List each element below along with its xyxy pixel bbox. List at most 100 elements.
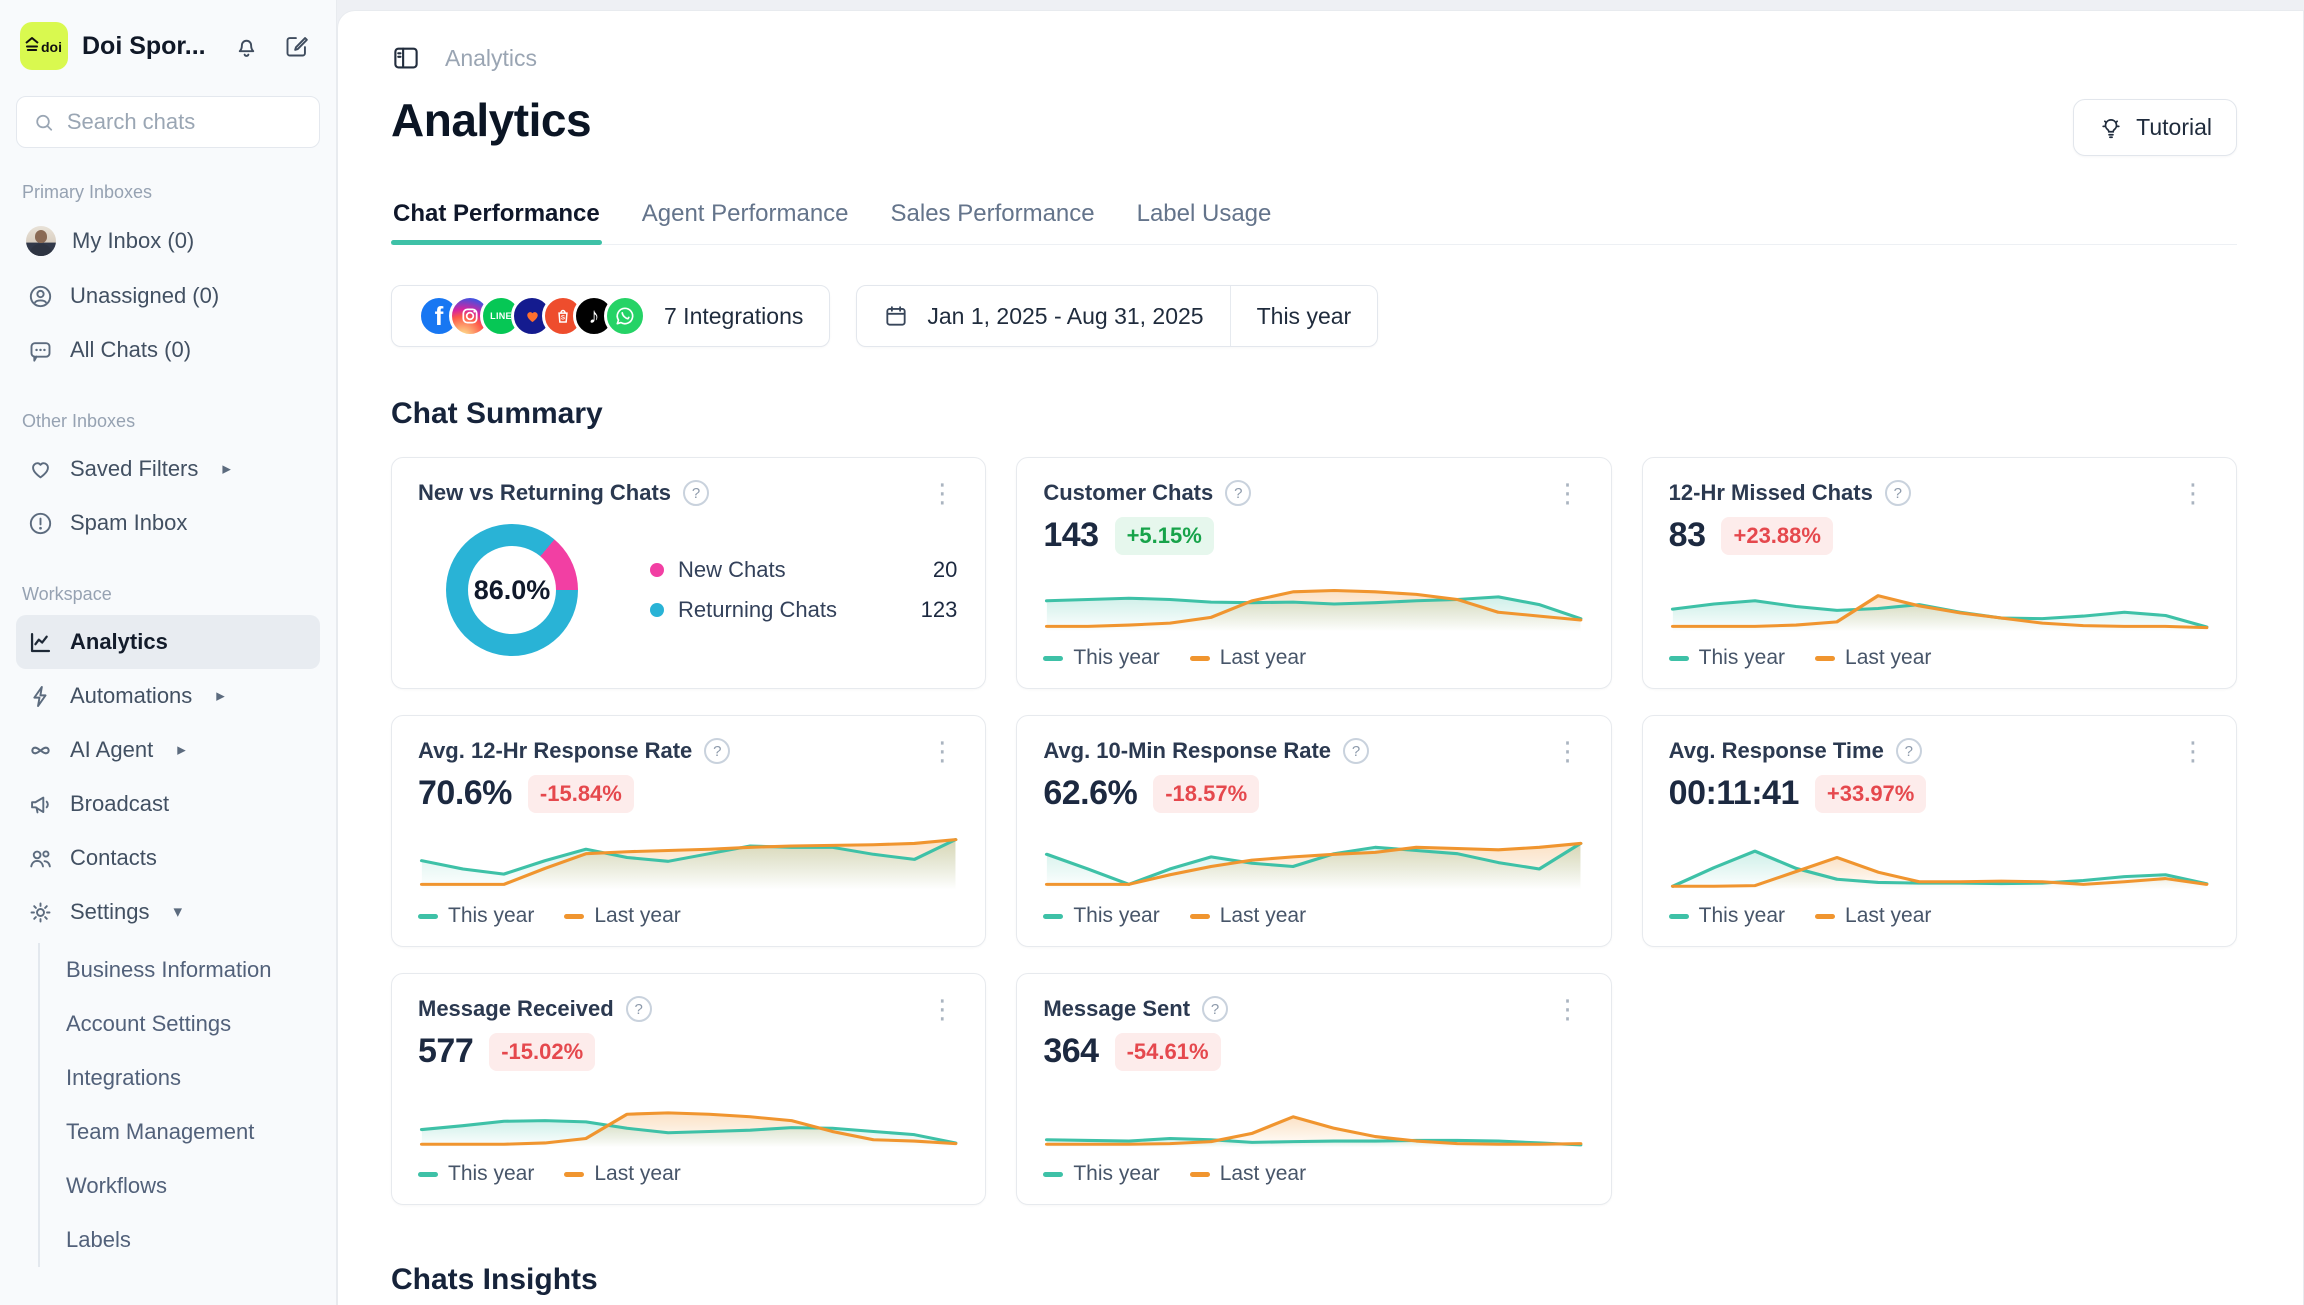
sidebar-item-saved-filters[interactable]: Saved Filters ▸ xyxy=(16,442,320,496)
submenu-item-labels[interactable]: Labels xyxy=(62,1213,320,1267)
help-icon[interactable]: ? xyxy=(1885,480,1911,506)
help-icon[interactable]: ? xyxy=(1225,480,1251,506)
compose-button[interactable] xyxy=(278,28,314,64)
kebab-menu-icon[interactable]: ⋮ xyxy=(2176,484,2210,502)
sidebar-item-settings[interactable]: Settings ▾ xyxy=(16,885,320,939)
sidebar-item-label: Broadcast xyxy=(70,791,169,817)
legend-returning-chats[interactable]: Returning Chats 123 xyxy=(650,597,957,623)
help-icon[interactable]: ? xyxy=(1896,738,1922,764)
legend-this-year[interactable]: This year xyxy=(1669,646,1785,670)
submenu-item-integrations[interactable]: Integrations xyxy=(62,1051,320,1105)
legend-label: This year xyxy=(1699,904,1785,928)
sidebar-item-analytics[interactable]: Analytics xyxy=(16,615,320,669)
tabs-bar: Chat Performance Agent Performance Sales… xyxy=(391,190,2237,245)
legend-label: Returning Chats xyxy=(678,597,837,623)
sidebar: doi Doi Spor... Pri xyxy=(0,0,337,1305)
legend-label: This year xyxy=(1699,646,1785,670)
card-title: Customer Chats xyxy=(1043,480,1213,506)
help-icon[interactable]: ? xyxy=(626,996,652,1022)
stat-value: 70.6% xyxy=(418,774,512,813)
integration-chips: f LINE xyxy=(418,295,646,337)
chart-legend: This year Last year xyxy=(1043,1162,1584,1186)
submenu-item-account-settings[interactable]: Account Settings xyxy=(62,997,320,1051)
donut-legend: New Chats 20 Returning Chats 123 xyxy=(598,557,957,623)
doi-logo-icon: doi xyxy=(24,34,64,58)
legend-this-year[interactable]: This year xyxy=(1043,646,1159,670)
kebab-menu-icon[interactable]: ⋮ xyxy=(2176,742,2210,760)
legend-last-year[interactable]: Last year xyxy=(1815,646,1931,670)
legend-this-year[interactable]: This year xyxy=(418,904,534,928)
notifications-button[interactable] xyxy=(228,28,264,64)
chat-summary-grid: New vs Returning Chats ? ⋮ 86.0% New Cha… xyxy=(391,457,2237,1205)
tab-label-usage[interactable]: Label Usage xyxy=(1135,190,1274,244)
sidebar-item-automations[interactable]: Automations ▸ xyxy=(16,669,320,723)
integrations-filter[interactable]: f LINE xyxy=(391,285,830,347)
help-icon[interactable]: ? xyxy=(1343,738,1369,764)
submenu-item-workflows[interactable]: Workflows xyxy=(62,1159,320,1213)
sidebar-item-unassigned[interactable]: Unassigned (0) xyxy=(16,269,320,323)
legend-last-year[interactable]: Last year xyxy=(1815,904,1931,928)
tab-chat-performance[interactable]: Chat Performance xyxy=(391,190,602,244)
submenu-item-team-management[interactable]: Team Management xyxy=(62,1105,320,1159)
chevron-right-icon: ▸ xyxy=(216,686,225,706)
kebab-menu-icon[interactable]: ⋮ xyxy=(1551,1000,1585,1018)
tab-sales-performance[interactable]: Sales Performance xyxy=(889,190,1097,244)
svg-text:S: S xyxy=(561,315,565,322)
sidebar-item-contacts[interactable]: Contacts xyxy=(16,831,320,885)
whatsapp-icon xyxy=(604,295,646,337)
date-range-button[interactable]: Jan 1, 2025 - Aug 31, 2025 xyxy=(857,303,1229,330)
response-rate-10min-line-chart xyxy=(1043,821,1584,894)
legend-this-year[interactable]: This year xyxy=(1043,1162,1159,1186)
legend-dash-orange xyxy=(1190,656,1210,661)
sidebar-item-my-inbox[interactable]: My Inbox (0) xyxy=(16,213,320,269)
collapse-sidebar-button[interactable] xyxy=(391,43,421,73)
help-icon[interactable]: ? xyxy=(683,480,709,506)
stat-value: 577 xyxy=(418,1032,473,1071)
sidebar-item-label: My Inbox (0) xyxy=(72,228,194,254)
tutorial-button[interactable]: Tutorial xyxy=(2073,99,2237,156)
legend-last-year[interactable]: Last year xyxy=(1190,646,1306,670)
infinity-icon xyxy=(26,736,54,764)
kebab-menu-icon[interactable]: ⋮ xyxy=(925,484,959,502)
calendar-icon xyxy=(883,303,909,329)
sidebar-item-spam-inbox[interactable]: Spam Inbox xyxy=(16,496,320,550)
kebab-menu-icon[interactable]: ⋮ xyxy=(925,742,959,760)
help-icon[interactable]: ? xyxy=(1202,996,1228,1022)
legend-label: This year xyxy=(1073,1162,1159,1186)
search-chats-input[interactable] xyxy=(67,109,303,135)
sidebar-item-all-chats[interactable]: All Chats (0) xyxy=(16,323,320,377)
sidebar-item-label: Automations xyxy=(70,683,192,709)
people-icon xyxy=(26,844,54,872)
legend-last-year[interactable]: Last year xyxy=(564,904,680,928)
legend-dash-teal xyxy=(1043,1172,1063,1177)
workspace-logo[interactable]: doi xyxy=(20,22,68,70)
help-icon[interactable]: ? xyxy=(704,738,730,764)
legend-new-chats[interactable]: New Chats 20 xyxy=(650,557,957,583)
sidebar-item-broadcast[interactable]: Broadcast xyxy=(16,777,320,831)
legend-this-year[interactable]: This year xyxy=(1043,904,1159,928)
kebab-menu-icon[interactable]: ⋮ xyxy=(925,1000,959,1018)
kebab-menu-icon[interactable]: ⋮ xyxy=(1551,742,1585,760)
workspace-name[interactable]: Doi Spor... xyxy=(82,32,214,61)
legend-this-year[interactable]: This year xyxy=(1669,904,1785,928)
chevron-down-icon: ▾ xyxy=(174,902,183,922)
submenu-item-business-information[interactable]: Business Information xyxy=(62,943,320,997)
breadcrumb-analytics[interactable]: Analytics xyxy=(445,45,537,72)
period-select[interactable]: This year xyxy=(1231,303,1378,330)
workspace-header: doi Doi Spor... xyxy=(16,18,320,74)
kebab-menu-icon[interactable]: ⋮ xyxy=(1551,484,1585,502)
sidebar-item-label: Analytics xyxy=(70,629,168,655)
delta-badge: +23.88% xyxy=(1721,517,1832,555)
legend-last-year[interactable]: Last year xyxy=(1190,1162,1306,1186)
tab-agent-performance[interactable]: Agent Performance xyxy=(640,190,851,244)
legend-this-year[interactable]: This year xyxy=(418,1162,534,1186)
legend-last-year[interactable]: Last year xyxy=(1190,904,1306,928)
delta-badge: +5.15% xyxy=(1115,517,1214,555)
sidebar-item-ai-agent[interactable]: AI Agent ▸ xyxy=(16,723,320,777)
legend-last-year[interactable]: Last year xyxy=(564,1162,680,1186)
card-title: 12-Hr Missed Chats xyxy=(1669,480,1873,506)
card-title: Avg. 10-Min Response Rate xyxy=(1043,738,1331,764)
chart-legend: This year Last year xyxy=(1043,904,1584,928)
search-chats-box[interactable] xyxy=(16,96,320,148)
message-received-line-chart xyxy=(418,1079,959,1152)
